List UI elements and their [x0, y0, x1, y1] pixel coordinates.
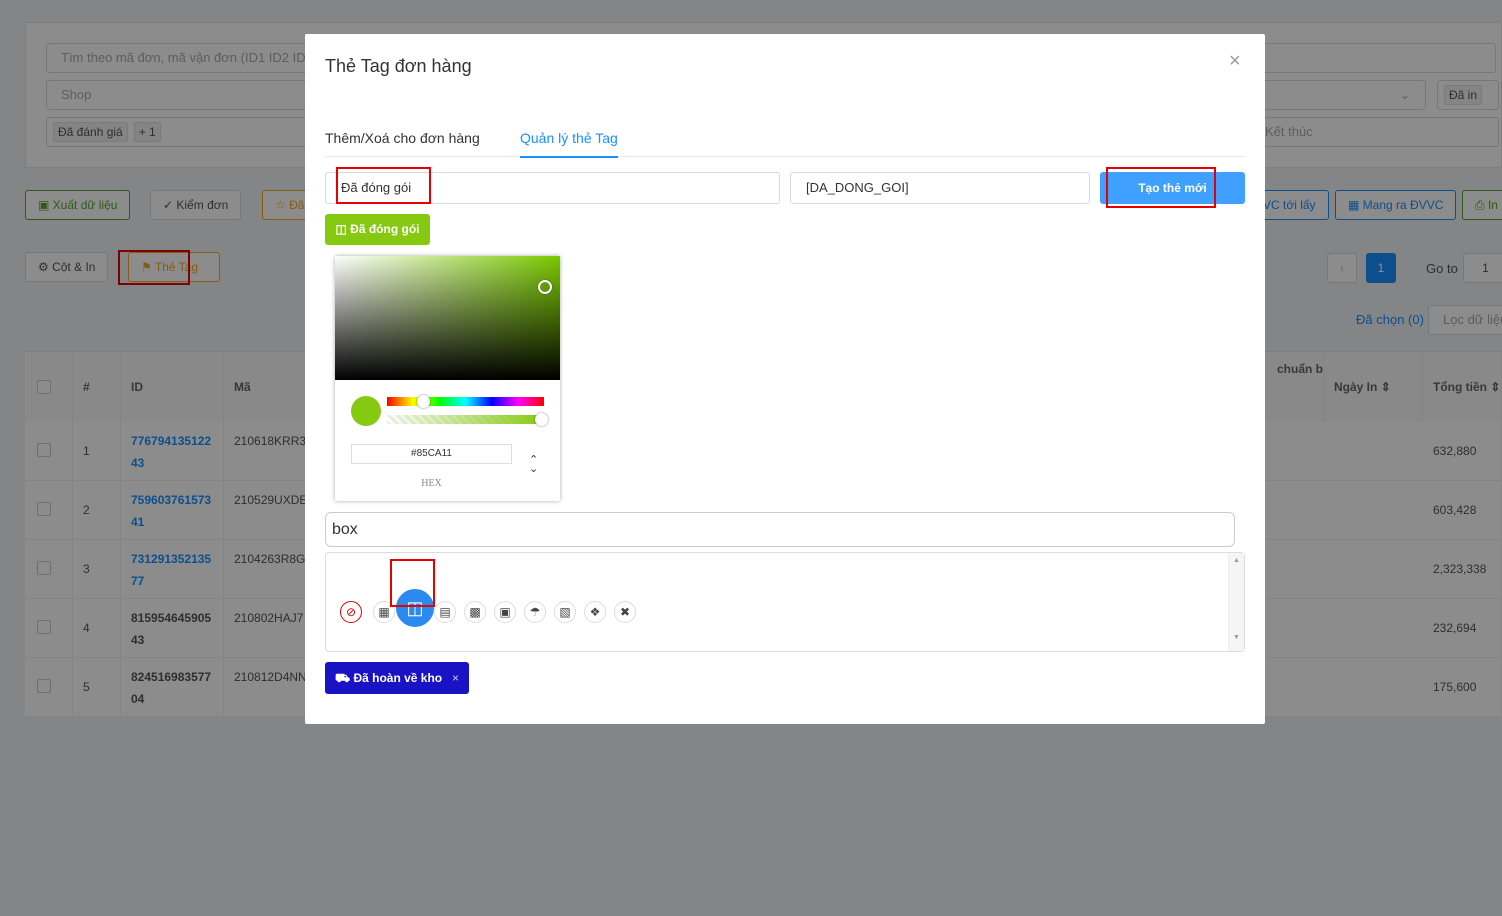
tab-add-remove[interactable]: Thêm/Xoá cho đơn hàng — [325, 130, 480, 146]
tabs-divider — [325, 156, 1245, 157]
icon-search-input[interactable]: box — [325, 512, 1235, 547]
scrollbar[interactable]: ▲ ▼ — [1228, 553, 1244, 651]
format-toggle-icon[interactable]: ⌃ ⌄ — [529, 455, 538, 475]
icon-list: ▲ ▼ — [325, 552, 1245, 652]
tag-code-input[interactable]: [DA_DONG_GOI] — [790, 172, 1090, 204]
saturation-handle[interactable] — [538, 280, 552, 294]
highlight-selected-icon — [390, 559, 435, 607]
parachute-box-icon[interactable]: ☂ — [524, 601, 546, 623]
tab-manage-tags[interactable]: Quản lý thẻ Tag — [520, 130, 618, 158]
preview-tag[interactable]: ◫ Đã đóng gói — [325, 214, 430, 245]
boxes-icon[interactable]: ▩ — [464, 601, 486, 623]
modal-title: Thẻ Tag đơn hàng — [325, 56, 472, 76]
truck-icon: ⛟ — [335, 671, 354, 685]
alpha-handle[interactable] — [535, 413, 548, 426]
xbox-icon[interactable]: ✖ — [614, 601, 636, 623]
existing-tag[interactable]: ⛟ Đã hoàn về kho × — [325, 662, 469, 694]
saturation-area[interactable] — [335, 256, 560, 380]
hex-input[interactable]: #85CA11 — [351, 444, 512, 464]
hex-label: HEX — [421, 478, 442, 489]
box-open-icon: ◫ — [335, 222, 351, 236]
color-swatch — [351, 396, 381, 426]
tag-modal: Thẻ Tag đơn hàng × Thêm/Xoá cho đơn hàng… — [305, 34, 1265, 724]
remove-tag-icon[interactable]: × — [452, 662, 459, 694]
ban-icon[interactable]: ⊘ — [340, 601, 362, 623]
hue-handle[interactable] — [417, 395, 430, 408]
alpha-slider[interactable] — [387, 415, 544, 424]
color-picker: #85CA11 ⌃ ⌄ HEX — [335, 256, 560, 501]
highlight-tag-name — [336, 167, 431, 204]
highlight-create-button — [1106, 167, 1216, 208]
box-tissue-icon[interactable]: ▤ — [434, 601, 456, 623]
dropbox-icon[interactable]: ❖ — [584, 601, 606, 623]
close-icon[interactable]: × — [1229, 50, 1241, 73]
hue-slider[interactable] — [387, 397, 544, 406]
toolbox-icon[interactable]: ▧ — [554, 601, 576, 623]
inbox-icon[interactable]: ▣ — [494, 601, 516, 623]
